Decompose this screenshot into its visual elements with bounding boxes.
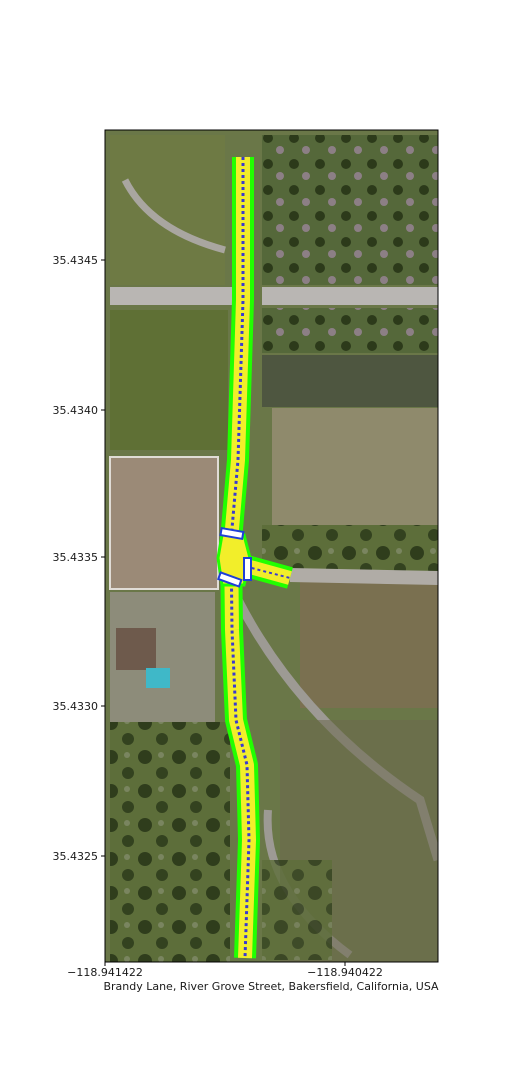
y-tick-label: 35.4340 [53, 404, 99, 417]
satellite-basemap [105, 130, 438, 962]
map-figure: 35.4345 35.4340 35.4335 35.4330 35.4325 … [53, 129, 439, 993]
x-tick-label: −118.940422 [307, 966, 383, 979]
crosswalk-east [243, 557, 252, 581]
y-tick-label: 35.4345 [53, 254, 99, 267]
x-tick-label: −118.941422 [67, 966, 143, 979]
x-axis-label: Brandy Lane, River Grove Street, Bakersf… [103, 980, 439, 993]
y-tick-label: 35.4325 [53, 850, 99, 863]
x-axis: −118.941422 −118.940422 Brandy Lane, Riv… [67, 962, 439, 993]
y-axis: 35.4345 35.4340 35.4335 35.4330 35.4325 [53, 254, 105, 863]
y-tick-label: 35.4330 [53, 700, 99, 713]
y-tick-label: 35.4335 [53, 551, 99, 564]
